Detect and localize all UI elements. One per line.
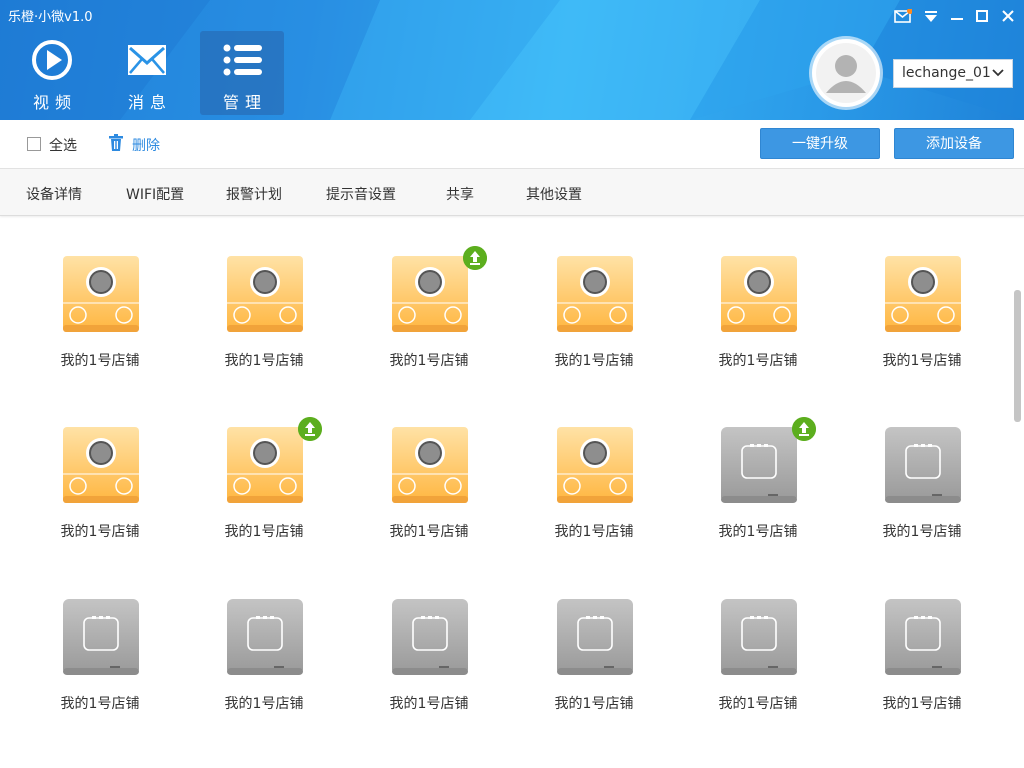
settings-tabs: 设备详情 WIFI配置 报警计划 提示音设置 共享 其他设置 xyxy=(0,169,1024,216)
device-item[interactable]: 我的1号店铺 xyxy=(30,255,170,385)
tab-alarm-plan[interactable]: 报警计划 xyxy=(226,184,282,204)
nav-video-label: 视频 xyxy=(32,93,77,112)
nav-messages-button[interactable]: 消息 xyxy=(105,31,189,115)
device-offline-icon xyxy=(63,599,139,675)
list-icon xyxy=(223,44,262,76)
upgrade-badge-icon[interactable] xyxy=(792,417,816,441)
device-item[interactable]: 我的1号店铺 xyxy=(194,417,334,556)
nav-manage-label: 管理 xyxy=(222,93,267,112)
nav-video-button[interactable]: 视频 xyxy=(10,31,94,115)
avatar[interactable] xyxy=(812,39,880,107)
device-item[interactable]: 我的1号店铺 xyxy=(852,426,992,556)
device-item[interactable]: 我的1号店铺 xyxy=(852,598,992,728)
device-name: 我的1号店铺 xyxy=(554,524,634,540)
device-name: 我的1号店铺 xyxy=(882,696,962,712)
camera-online-icon xyxy=(392,256,468,332)
device-name: 我的1号店铺 xyxy=(554,353,634,369)
upgrade-badge-icon[interactable] xyxy=(298,417,322,441)
device-item[interactable]: 我的1号店铺 xyxy=(359,426,499,556)
add-device-button[interactable]: 添加设备 xyxy=(894,128,1014,159)
device-name: 我的1号店铺 xyxy=(718,353,798,369)
camera-online-icon xyxy=(227,427,303,503)
camera-online-icon xyxy=(721,256,797,332)
device-name: 我的1号店铺 xyxy=(554,696,634,712)
device-item[interactable]: 我的1号店铺 xyxy=(359,598,499,728)
device-item[interactable]: 我的1号店铺 xyxy=(852,255,992,385)
device-name: 我的1号店铺 xyxy=(224,524,304,540)
select-all-checkbox[interactable] xyxy=(27,137,41,151)
camera-online-icon xyxy=(885,256,961,332)
device-name: 我的1号店铺 xyxy=(389,696,469,712)
device-name: 我的1号店铺 xyxy=(882,524,962,540)
device-item[interactable]: 我的1号店铺 xyxy=(688,417,828,556)
camera-online-icon xyxy=(557,427,633,503)
close-icon[interactable] xyxy=(997,6,1019,26)
device-offline-icon xyxy=(885,427,961,503)
device-name: 我的1号店铺 xyxy=(389,524,469,540)
device-name: 我的1号店铺 xyxy=(60,696,140,712)
device-offline-icon xyxy=(392,599,468,675)
device-grid: 我的1号店铺 我的1号店铺 我的1号店铺 我的1号店铺 我的1号店铺 我的1号店铺 我的1号… xyxy=(0,217,1010,768)
device-offline-icon xyxy=(557,599,633,675)
delete-button[interactable]: 删除 xyxy=(132,135,160,155)
select-all-label[interactable]: 全选 xyxy=(49,135,77,155)
device-name: 我的1号店铺 xyxy=(718,696,798,712)
device-item[interactable]: 我的1号店铺 xyxy=(30,426,170,556)
nav-messages-label: 消息 xyxy=(127,93,172,112)
toolbar: 全选 删除 一键升级 添加设备 xyxy=(0,120,1024,169)
dropdown-menu-icon[interactable] xyxy=(920,6,942,26)
device-item[interactable]: 我的1号店铺 xyxy=(688,255,828,385)
device-item[interactable]: 我的1号店铺 xyxy=(194,255,334,385)
device-item[interactable]: 我的1号店铺 xyxy=(30,598,170,728)
scrollbar[interactable] xyxy=(1014,290,1021,422)
account-name: lechange_01 xyxy=(902,65,991,81)
device-name: 我的1号店铺 xyxy=(389,353,469,369)
device-offline-icon xyxy=(885,599,961,675)
tab-wifi-config[interactable]: WIFI配置 xyxy=(126,184,184,204)
device-name: 我的1号店铺 xyxy=(224,696,304,712)
maximize-icon[interactable] xyxy=(971,6,993,26)
camera-online-icon xyxy=(392,427,468,503)
camera-online-icon xyxy=(227,256,303,332)
camera-online-icon xyxy=(63,427,139,503)
play-icon xyxy=(32,40,72,80)
tab-share[interactable]: 共享 xyxy=(446,184,474,204)
envelope-icon xyxy=(128,45,166,75)
title-bar: 乐橙·小微v1.0 视频 消息 管理 lechange_01 xyxy=(0,0,1024,120)
device-item[interactable]: 我的1号店铺 xyxy=(688,598,828,728)
device-name: 我的1号店铺 xyxy=(718,524,798,540)
device-item[interactable]: 我的1号店铺 xyxy=(524,598,664,728)
tab-other-settings[interactable]: 其他设置 xyxy=(526,184,582,204)
tab-sound-settings[interactable]: 提示音设置 xyxy=(326,184,396,204)
app-title: 乐橙·小微v1.0 xyxy=(8,10,93,25)
trash-icon[interactable] xyxy=(108,134,124,152)
minimize-icon[interactable] xyxy=(946,6,968,26)
message-icon[interactable] xyxy=(892,6,914,26)
account-select[interactable]: lechange_01 xyxy=(893,59,1013,88)
device-offline-icon xyxy=(721,599,797,675)
device-item[interactable]: 我的1号店铺 xyxy=(524,255,664,385)
nav-manage-button[interactable]: 管理 xyxy=(200,31,284,115)
device-name: 我的1号店铺 xyxy=(224,353,304,369)
device-offline-icon xyxy=(721,427,797,503)
upgrade-all-button[interactable]: 一键升级 xyxy=(760,128,880,159)
device-offline-icon xyxy=(227,599,303,675)
chevron-down-icon xyxy=(992,69,1004,77)
user-avatar-icon xyxy=(816,43,876,103)
device-name: 我的1号店铺 xyxy=(60,353,140,369)
device-item[interactable]: 我的1号店铺 xyxy=(359,246,499,385)
device-item[interactable]: 我的1号店铺 xyxy=(194,598,334,728)
device-item[interactable]: 我的1号店铺 xyxy=(524,426,664,556)
camera-online-icon xyxy=(63,256,139,332)
camera-online-icon xyxy=(557,256,633,332)
device-name: 我的1号店铺 xyxy=(882,353,962,369)
device-name: 我的1号店铺 xyxy=(60,524,140,540)
upgrade-badge-icon[interactable] xyxy=(463,246,487,270)
tab-device-details[interactable]: 设备详情 xyxy=(26,184,82,204)
